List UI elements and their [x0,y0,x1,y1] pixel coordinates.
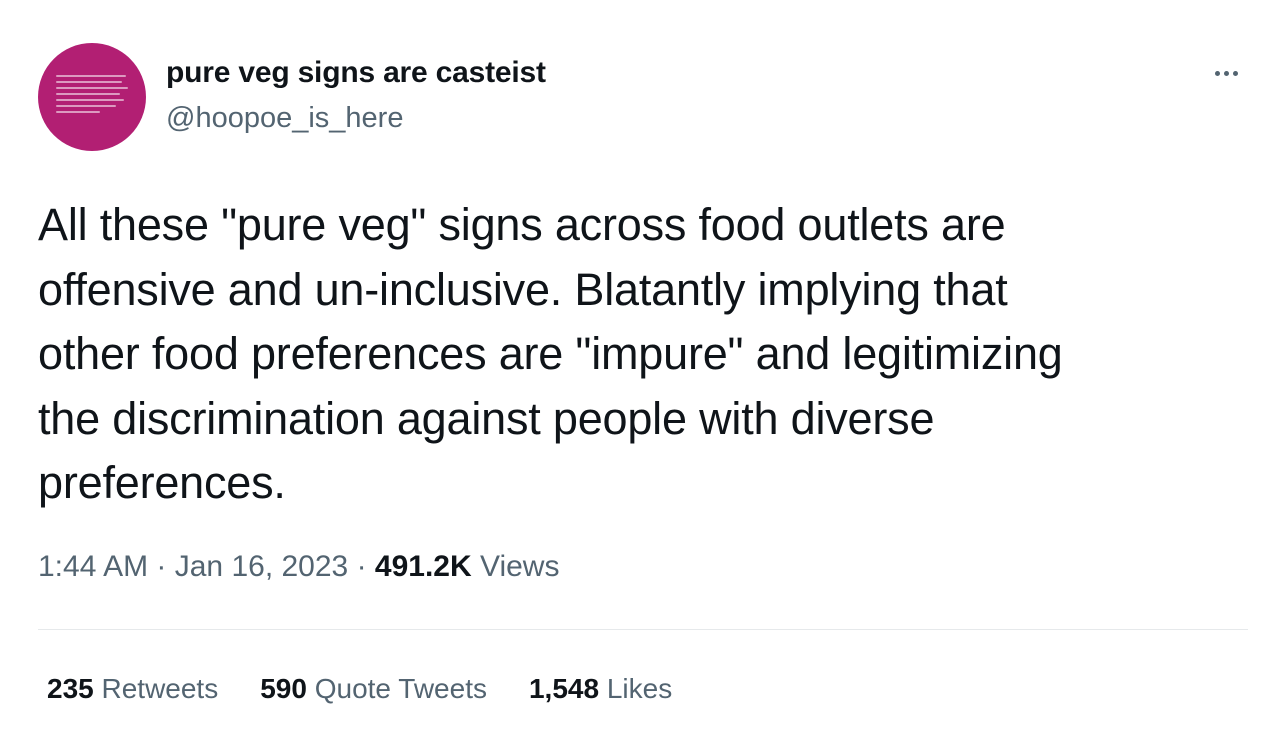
user-handle[interactable]: @hoopoe_is_here [166,102,403,135]
more-icon[interactable] [1206,58,1246,88]
avatar[interactable] [38,43,146,151]
display-name[interactable]: pure veg signs are casteist [166,56,546,90]
likes-stat[interactable]: 1,548 Likes [529,673,672,705]
divider [38,629,1248,630]
tweet-card: pure veg signs are casteist @hoopoe_is_h… [0,0,1280,750]
likes-label: Likes [599,673,673,704]
likes-count: 1,548 [528,673,600,704]
tweet-date[interactable]: Jan 16, 2023 [175,550,348,583]
tweet-meta: 1:44 AM · Jan 16, 2023 · 491.2K Views [38,550,559,584]
quote-tweets-label: Quote Tweets [306,673,487,704]
quote-tweets-stat[interactable]: 590 Quote Tweets [260,673,487,705]
retweets-stat[interactable]: 235 Retweets [47,673,218,705]
tweet-text: All these "pure veg" signs across food o… [38,199,1063,508]
meta-separator: · [348,550,375,583]
meta-separator: · [148,550,175,583]
tweet-time[interactable]: 1:44 AM [38,550,148,583]
retweets-count: 235 [47,673,94,704]
views-label: Views [471,550,560,583]
views-count: 491.2K [374,550,472,583]
quote-tweets-count: 590 [260,673,307,704]
retweets-label: Retweets [93,673,219,704]
tweet-stats: 235 Retweets 590 Quote Tweets 1,548 Like… [47,673,672,705]
